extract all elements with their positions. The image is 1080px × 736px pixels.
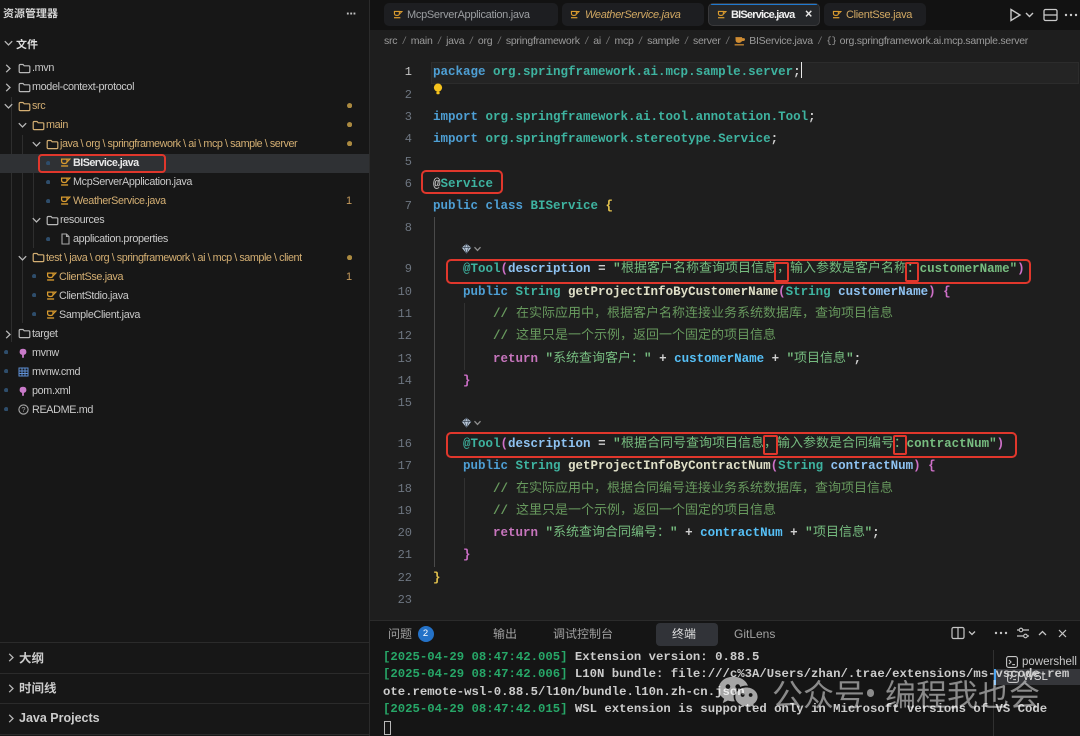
svg-text:?: ? <box>21 405 25 414</box>
